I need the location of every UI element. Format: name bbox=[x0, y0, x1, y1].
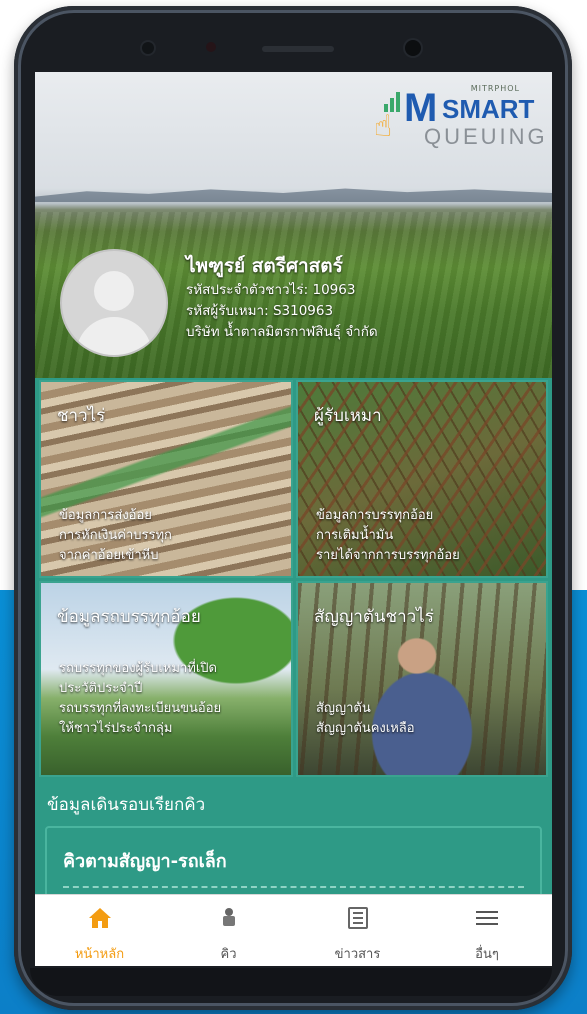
tab-more-label: อื่นๆ bbox=[475, 947, 499, 962]
speaker-grille bbox=[262, 46, 334, 52]
bottom-tab-bar: หน้าหลัก คิว ข่าวสาร อื่นๆ bbox=[35, 894, 552, 966]
tile-contractor-title: ผู้รับเหมา bbox=[314, 406, 382, 426]
sensor-icon bbox=[206, 42, 216, 52]
tile-farmer-line: การหักเงินค่าบรรทุก bbox=[59, 528, 172, 543]
company-name: บริษัท น้ำตาลมิตรกาฬสินธุ์ จำกัด bbox=[186, 324, 378, 340]
logo-word-smart: SMART bbox=[442, 94, 535, 124]
tile-truck-line: ให้ชาวไร่ประจำกลุ่ม bbox=[59, 721, 173, 736]
contractor-code: รหัสผู้รับเหมา: S310963 bbox=[186, 303, 334, 319]
tile-truck-desc: รถบรรทุกของผู้รับเหมาที่เปิด ประวัติประจ… bbox=[59, 659, 221, 739]
tile-farmer-title: ชาวไร่ bbox=[57, 406, 106, 426]
tile-contract-desc: สัญญาตัน สัญญาตันคงเหลือ bbox=[316, 699, 415, 739]
tile-truck-info[interactable]: ข้อมูลรถบรรทุกอ้อย รถบรรทุกของผู้รับเหมา… bbox=[39, 581, 293, 777]
app-logo: MITRPHOL M SMART ☝ QUEUING bbox=[368, 78, 545, 152]
queue-icon bbox=[222, 908, 236, 928]
front-lens-icon bbox=[405, 40, 421, 56]
avatar-head-icon bbox=[94, 271, 134, 311]
phone-bottom-bezel bbox=[30, 968, 552, 996]
tile-contractor-desc: ข้อมูลการบรรทุกอ้อย การเติมน้ำมัน รายได้… bbox=[316, 506, 460, 566]
tab-queue[interactable]: คิว bbox=[164, 895, 293, 966]
tab-home-label: หน้าหลัก bbox=[74, 947, 125, 962]
profile-header: MITRPHOL M SMART ☝ QUEUING ไพฑูรย์ สตรีศ… bbox=[35, 72, 552, 378]
farmer-code: รหัสประจำตัวชาวไร่: 10963 bbox=[186, 282, 356, 298]
tile-contractor[interactable]: ผู้รับเหมา ข้อมูลการบรรทุกอ้อย การเติมน้… bbox=[296, 380, 548, 578]
tile-contract-line: สัญญาตัน bbox=[316, 701, 371, 716]
menu-icon bbox=[476, 910, 498, 926]
tile-truck-title: ข้อมูลรถบรรทุกอ้อย bbox=[57, 607, 201, 627]
tile-truck-line: รถบรรทุกของผู้รับเหมาที่เปิด bbox=[59, 661, 217, 676]
app-screen: MITRPHOL M SMART ☝ QUEUING ไพฑูรย์ สตรีศ… bbox=[35, 72, 552, 966]
hand-pointer-icon: ☝ bbox=[374, 109, 393, 144]
tile-contractor-line: รายได้จากการบรรทุกอ้อย bbox=[316, 548, 460, 563]
tile-farmer-line: ข้อมูลการส่งอ้อย bbox=[59, 508, 152, 523]
profile-info: ไพฑูรย์ สตรีศาสตร์ รหัสประจำตัวชาวไร่: 1… bbox=[186, 252, 378, 343]
tile-contract-ton[interactable]: สัญญาตันชาวไร่ สัญญาตัน สัญญาตันคงเหลือ bbox=[296, 581, 548, 777]
header-mountains bbox=[35, 188, 552, 202]
tile-contractor-line: ข้อมูลการบรรทุกอ้อย bbox=[316, 508, 434, 523]
tile-truck-line: รถบรรทุกที่ลงทะเบียนขนอ้อย bbox=[59, 701, 222, 716]
queue-section-title: ข้อมูลเดินรอบเรียกคิว bbox=[47, 795, 206, 815]
news-icon bbox=[347, 907, 368, 929]
tab-more[interactable]: อื่นๆ bbox=[422, 895, 552, 966]
logo-word-queuing: QUEUING bbox=[424, 124, 548, 149]
profile-name: ไพฑูรย์ สตรีศาสตร์ bbox=[186, 255, 343, 277]
tile-farmer-desc: ข้อมูลการส่งอ้อย การหักเงินค่าบรรทุก จาก… bbox=[59, 506, 172, 566]
tab-news[interactable]: ข่าวสาร bbox=[293, 895, 422, 966]
tile-farmer-line: จากค่าอ้อยเข้าหีบ bbox=[59, 548, 159, 563]
tab-news-label: ข่าวสาร bbox=[334, 947, 381, 962]
avatar-body-icon bbox=[76, 317, 152, 355]
tab-queue-label: คิว bbox=[220, 947, 237, 962]
tile-farmer[interactable]: ชาวไร่ ข้อมูลการส่งอ้อย การหักเงินค่าบรร… bbox=[39, 380, 293, 578]
tile-truck-line: ประวัติประจำปี bbox=[59, 681, 143, 696]
tile-contract-line: สัญญาตันคงเหลือ bbox=[316, 721, 415, 736]
queue-card-title: คิวตามสัญญา-รถเล็ก bbox=[63, 851, 227, 872]
tile-contract-title: สัญญาตันชาวไร่ bbox=[314, 607, 434, 627]
card-divider bbox=[63, 886, 524, 888]
tab-home[interactable]: หน้าหลัก bbox=[35, 895, 164, 966]
front-camera-icon bbox=[142, 42, 154, 54]
tile-contractor-line: การเติมน้ำมัน bbox=[316, 528, 394, 543]
avatar[interactable] bbox=[60, 249, 168, 357]
logo-letter-m: M bbox=[404, 86, 438, 130]
logo-brand-small: MITRPHOL bbox=[470, 84, 520, 93]
home-icon bbox=[88, 908, 111, 928]
